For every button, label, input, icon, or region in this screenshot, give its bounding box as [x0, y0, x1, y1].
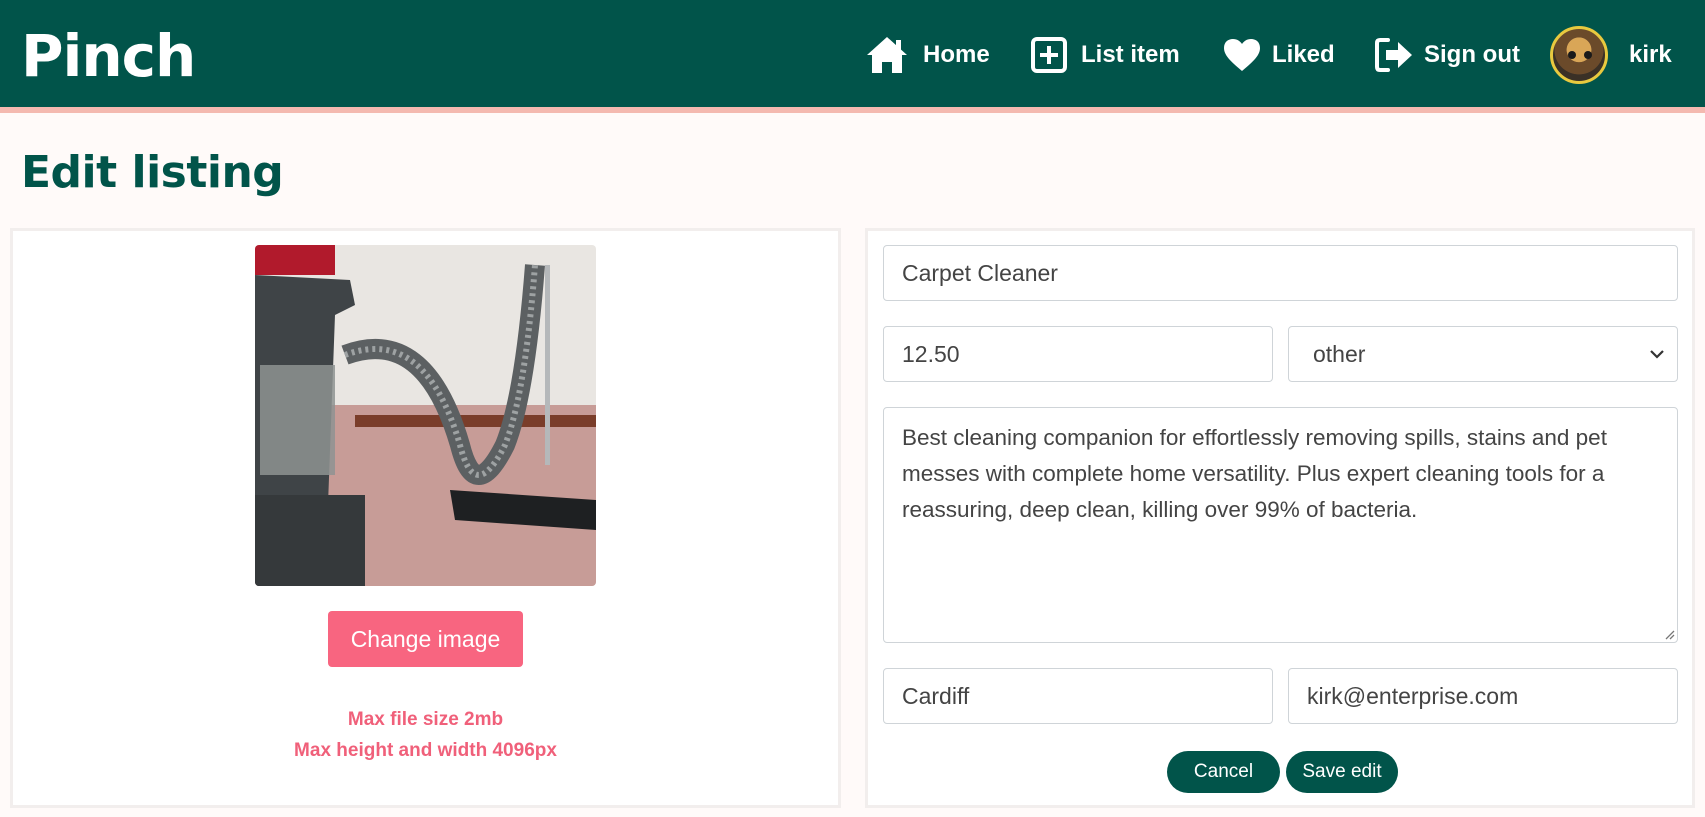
- brand-logo[interactable]: Pinch: [21, 16, 196, 96]
- sign-out-icon: [1375, 38, 1412, 72]
- form-panel: Carpet Cleaner 12.50 other Best cleaning…: [865, 228, 1695, 808]
- description-textarea[interactable]: Best cleaning companion for effortlessly…: [883, 407, 1678, 643]
- title-input[interactable]: Carpet Cleaner: [883, 245, 1678, 301]
- nav-list-item[interactable]: List item: [1031, 27, 1180, 83]
- nav-username: kirk: [1629, 41, 1672, 68]
- nav-home[interactable]: Home: [865, 27, 990, 83]
- change-image-button[interactable]: Change image: [328, 611, 523, 667]
- nav-profile[interactable]: kirk: [1550, 26, 1672, 84]
- nav-home-label: Home: [923, 41, 990, 68]
- chevron-down-icon: [1650, 350, 1664, 359]
- home-icon: [867, 37, 907, 73]
- nav-liked-label: Liked: [1272, 41, 1335, 68]
- nav-list-item-label: List item: [1081, 41, 1180, 68]
- heart-icon: [1224, 39, 1260, 71]
- cancel-button[interactable]: Cancel: [1167, 751, 1280, 793]
- nav-liked[interactable]: Liked: [1222, 27, 1335, 83]
- plus-square-icon: [1031, 37, 1067, 73]
- nav-sign-out[interactable]: Sign out: [1374, 27, 1520, 83]
- resize-grip-icon[interactable]: [1663, 628, 1675, 640]
- navbar: Pinch Home List item Liked Sign out kirk: [0, 0, 1705, 113]
- email-input[interactable]: kirk@enterprise.com: [1288, 668, 1678, 724]
- save-edit-button[interactable]: Save edit: [1286, 751, 1398, 793]
- dimensions-hint: Max height and width 4096px: [294, 740, 557, 761]
- page-title: Edit listing: [21, 147, 284, 198]
- avatar: [1550, 26, 1608, 84]
- location-input[interactable]: Cardiff: [883, 668, 1273, 724]
- description-text: Best cleaning companion for effortlessly…: [902, 425, 1607, 522]
- image-panel: Change image Max file size 2mb Max heigh…: [10, 228, 841, 808]
- listing-photo: [255, 245, 596, 586]
- nav-sign-out-label: Sign out: [1424, 41, 1520, 68]
- price-input[interactable]: 12.50: [883, 326, 1273, 382]
- file-size-hint: Max file size 2mb: [347, 709, 504, 730]
- category-selected-value: other: [1313, 340, 1366, 367]
- category-select[interactable]: other: [1288, 326, 1678, 382]
